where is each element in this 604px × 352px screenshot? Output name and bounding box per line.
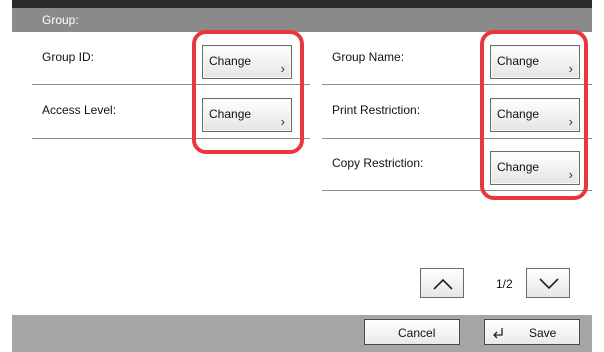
print-restriction-label: Print Restriction: (332, 103, 421, 117)
enter-icon (493, 328, 503, 339)
highlight-right (480, 30, 588, 200)
cancel-button[interactable]: Cancel (364, 319, 460, 345)
chevron-down-icon (539, 278, 559, 290)
footer-bar: Cancel Save (12, 315, 592, 352)
page-up-button[interactable] (420, 268, 464, 298)
highlight-left (192, 30, 304, 154)
group-id-label: Group ID: (42, 50, 95, 64)
access-level-label: Access Level: (42, 103, 117, 117)
save-button[interactable]: Save (484, 319, 580, 345)
settings-body: Group ID: Change › Access Level: Change … (12, 30, 592, 315)
header-bar: Group: (12, 8, 592, 32)
chevron-up-icon (433, 278, 453, 290)
copy-restriction-label: Copy Restriction: (332, 156, 424, 170)
page-indicator: 1/2 (496, 277, 513, 291)
screen: Group: Group ID: Change › Access Level: … (12, 0, 592, 352)
group-name-label: Group Name: (332, 50, 405, 64)
header-title: Group: (42, 13, 79, 27)
top-bar (12, 0, 592, 8)
page-down-button[interactable] (526, 268, 570, 298)
